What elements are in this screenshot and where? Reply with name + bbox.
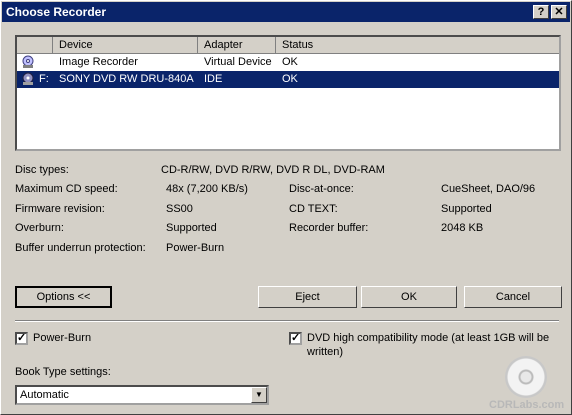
header-status[interactable]: Status [276, 37, 559, 53]
image-recorder-icon [22, 55, 34, 68]
title-bar[interactable]: Choose Recorder ? ✕ [2, 2, 570, 22]
cd-text-label: CD TEXT: [289, 203, 338, 215]
book-type-select[interactable]: Automatic ▼ [15, 385, 269, 405]
header-icon-col[interactable] [17, 37, 53, 53]
recorder-buffer-value: 2048 KB [441, 222, 484, 234]
chevron-down-icon[interactable]: ▼ [251, 387, 267, 403]
max-speed-value: 48x (7,200 KB/s) [166, 183, 248, 195]
cd-watermark-icon [505, 356, 547, 398]
disc-at-once-value: CueSheet, DAO/96 [441, 183, 536, 195]
watermark-text: CDRLabs.com [489, 399, 565, 411]
overburn-label: Overburn: [15, 222, 64, 234]
header-adapter[interactable]: Adapter [198, 37, 276, 53]
dvd-compat-label-line1: DVD high compatibility mode (at least 1G… [307, 332, 550, 344]
ok-button[interactable]: OK [361, 286, 457, 308]
device-adapter: Virtual Device [204, 56, 272, 68]
device-row-sony[interactable]: F: SONY DVD RW DRU-840A IDE OK [17, 71, 559, 88]
device-status: OK [282, 73, 298, 85]
book-type-label: Book Type settings: [15, 366, 111, 378]
underrun-value: Power-Burn [166, 242, 225, 254]
disc-at-once-label: Disc-at-once: [289, 183, 354, 195]
overburn-value: Supported [166, 222, 217, 234]
disc-types-label: Disc types: [15, 164, 69, 176]
max-speed-label: Maximum CD speed: [15, 183, 118, 195]
dvd-compat-label-line2: written) [307, 346, 344, 358]
device-adapter: IDE [204, 73, 223, 85]
powerburn-label: Power-Burn [33, 332, 92, 344]
drive-letter: F: [39, 73, 49, 85]
firmware-value: SS00 [166, 203, 193, 215]
list-header: Device Adapter Status [17, 37, 559, 54]
choose-recorder-dialog: Choose Recorder ? ✕ Device Adapter Statu… [0, 0, 572, 415]
device-row-image-recorder[interactable]: Image Recorder Virtual Device OK [17, 54, 559, 71]
disc-types-value: CD-R/RW, DVD R/RW, DVD R DL, DVD-RAM [161, 164, 385, 176]
header-device[interactable]: Device [53, 37, 198, 53]
cd-text-value: Supported [441, 203, 492, 215]
underrun-label: Buffer underrun protection: [15, 242, 146, 254]
book-type-value: Automatic [20, 389, 69, 401]
help-button[interactable]: ? [533, 5, 549, 19]
separator [15, 320, 559, 322]
device-name: Image Recorder [59, 56, 138, 68]
device-list[interactable]: Device Adapter Status Image Recorder Vir… [15, 35, 561, 151]
dialog-title: Choose Recorder [6, 5, 107, 19]
eject-button[interactable]: Eject [258, 286, 357, 308]
close-button[interactable]: ✕ [551, 5, 567, 19]
device-status: OK [282, 56, 298, 68]
dvd-compat-checkbox[interactable]: ✓ [289, 332, 302, 345]
firmware-label: Firmware revision: [15, 203, 105, 215]
device-name: SONY DVD RW DRU-840A [59, 73, 194, 85]
recorder-buffer-label: Recorder buffer: [289, 222, 369, 234]
dvd-drive-icon [22, 72, 34, 85]
options-button[interactable]: Options << [15, 286, 112, 308]
cancel-button[interactable]: Cancel [464, 286, 562, 308]
powerburn-checkbox[interactable]: ✓ [15, 332, 28, 345]
